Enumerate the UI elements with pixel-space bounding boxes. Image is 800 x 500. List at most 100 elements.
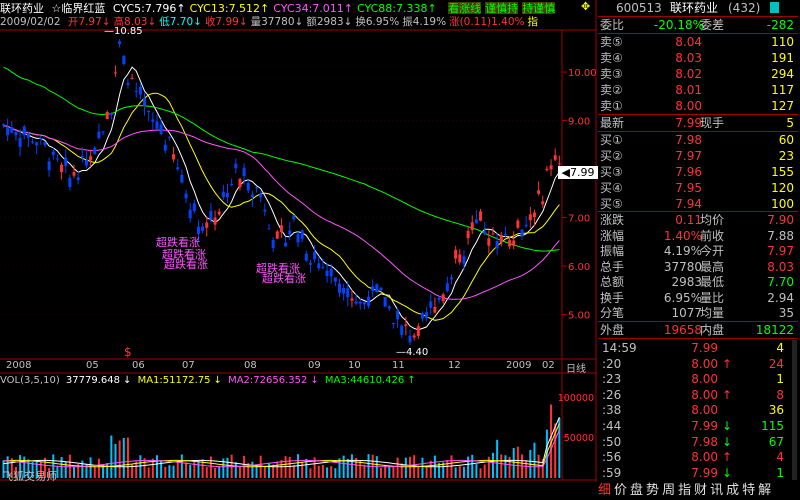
panel-tab-4[interactable]: 周 xyxy=(662,483,676,498)
candle-body xyxy=(537,190,541,194)
panel-tab-6[interactable]: 财 xyxy=(694,483,708,498)
candle-body xyxy=(259,193,263,198)
tick-volume: 1 xyxy=(776,372,784,387)
panel-tab-0[interactable]: 细 xyxy=(598,483,612,498)
candle-body xyxy=(495,241,499,249)
panel-tab-8[interactable]: 成 xyxy=(726,483,740,498)
panel-tab-3[interactable]: 势 xyxy=(646,483,660,498)
stat-value-2: 7.90 xyxy=(767,213,794,227)
stat-value: 1.40% xyxy=(663,228,702,243)
buy-level-row[interactable]: 买③ 7.96 155 xyxy=(598,164,798,180)
candle-body xyxy=(508,240,512,247)
candle-body xyxy=(433,306,437,313)
candle-body xyxy=(549,165,553,170)
kline-chart[interactable]: ✥ —10.85—4.40超跌看涨超跌看涨超跌看涨 超跌看涨超跌看涨$ 10.00… xyxy=(0,0,598,482)
candle-body xyxy=(396,310,400,320)
stat-value: 0.11 xyxy=(675,213,702,227)
candle-body xyxy=(51,151,55,155)
period-label[interactable]: 日线 xyxy=(566,360,586,375)
signal-annotation: 超跌看涨 xyxy=(156,235,200,249)
candle-body xyxy=(367,296,371,306)
candle-body xyxy=(292,215,296,220)
buy-level-row[interactable]: 买② 7.97 23 xyxy=(598,148,798,164)
candle-body xyxy=(205,222,209,228)
chart-flag-icon[interactable]: ✥ xyxy=(581,0,590,13)
sell-level-row[interactable]: 卖④ 8.03 191 xyxy=(598,50,798,66)
tick-row[interactable]: :59 7.99 ↓ 1 xyxy=(598,465,790,481)
sell-level-row[interactable]: 卖① 8.00 127 xyxy=(598,98,798,114)
candle-body xyxy=(425,312,429,319)
candle-body xyxy=(43,142,47,146)
sell-level-row[interactable]: 卖③ 8.02 294 xyxy=(598,66,798,82)
tick-time: :23 xyxy=(602,372,622,387)
price-axis-label: 6.00 xyxy=(568,262,590,273)
sell-level-price: 8.02 xyxy=(675,67,702,81)
high-price-label: —10.85 xyxy=(104,26,143,37)
panel-tab-2[interactable]: 盘 xyxy=(630,483,644,498)
buy-level-label: 买② xyxy=(600,149,623,163)
stat-label-2: 今开 xyxy=(700,244,725,258)
tick-row[interactable]: :44 7.99 ↓ 115 xyxy=(598,418,790,434)
buy-level-row[interactable]: 买⑤ 7.94 100 xyxy=(598,196,798,212)
tick-arrow-icon: ↓ xyxy=(722,419,733,433)
tick-volume: 4 xyxy=(776,341,784,355)
candle-body xyxy=(516,220,520,228)
buy-level-volume: 155 xyxy=(771,165,794,179)
volume-indicator-label[interactable]: VOL(3,5,10) xyxy=(0,375,60,386)
tick-row[interactable]: :26 8.00 ↑ 8 xyxy=(598,387,790,403)
volume-axis-label: 100000 xyxy=(558,393,594,404)
candle-body xyxy=(151,119,155,122)
tick-row[interactable]: :56 8.00 ↑ 4 xyxy=(598,449,790,465)
panel-tab-9[interactable]: 特 xyxy=(742,483,756,498)
stock-title-row[interactable]: 600513 联环药业 (432) xyxy=(598,0,798,16)
tick-scrollbar[interactable] xyxy=(792,340,797,480)
buy-level-row[interactable]: 买① 7.98 60 xyxy=(598,132,798,148)
tick-volume: 67 xyxy=(768,434,784,449)
tick-row[interactable]: 14:59 7.99 4 xyxy=(598,340,790,356)
candle-body xyxy=(201,226,205,231)
stat-row: 分笔 1077 均量 35 xyxy=(598,305,798,321)
volume-ma3: MA3:44610.426 xyxy=(324,375,405,386)
sell-level-volume: 127 xyxy=(771,99,794,113)
candle-body xyxy=(31,141,35,143)
candle-body xyxy=(557,163,561,165)
panel-tab-10[interactable]: 解 xyxy=(758,483,772,498)
candle-body xyxy=(250,194,254,198)
tick-arrow-icon: ↓ xyxy=(722,465,733,480)
tick-row[interactable]: :20 8.00 ↑ 24 xyxy=(598,356,790,372)
tick-row[interactable]: :23 8.00 1 xyxy=(598,371,790,387)
tick-row[interactable]: :38 8.00 36 xyxy=(598,402,790,418)
candle-body xyxy=(47,161,51,171)
month-label: 11 xyxy=(392,360,405,371)
candle-body xyxy=(60,164,64,173)
candle-body xyxy=(126,82,130,85)
candle-body xyxy=(321,267,325,269)
buy-level-volume: 60 xyxy=(778,133,794,147)
candle-body xyxy=(338,283,341,293)
tick-price: 7.99 xyxy=(691,419,718,433)
sell-level-row[interactable]: 卖② 8.01 117 xyxy=(598,82,798,98)
candle-body xyxy=(172,154,176,160)
candle-body xyxy=(114,72,117,74)
panel-tab-5[interactable]: 指 xyxy=(678,483,692,498)
tick-arrow-icon: ↑ xyxy=(722,387,733,402)
sell-level-price: 8.04 xyxy=(675,35,702,49)
candle-body xyxy=(288,230,292,235)
info-icon[interactable] xyxy=(770,2,779,13)
candle-body xyxy=(22,126,26,136)
stat-label-2: 最高 xyxy=(700,259,725,274)
candle-body xyxy=(234,163,238,169)
sell-level-row[interactable]: 卖⑤ 8.04 110 xyxy=(598,34,798,50)
buy-level-label: 买① xyxy=(600,133,623,147)
panel-tab-7[interactable]: 讯 xyxy=(710,483,724,498)
buy-level-row[interactable]: 买④ 7.95 120 xyxy=(598,180,798,196)
stat-label: 涨跌 xyxy=(600,213,625,227)
panel-tab-1[interactable]: 价 xyxy=(614,483,628,498)
candle-body xyxy=(39,138,43,140)
candle-body xyxy=(72,172,76,176)
stat-label: 总额 xyxy=(600,275,625,289)
volume-header: VOL(3,5,10) 37779.648 ↓ MA1:51172.75 ↓ MA2… xyxy=(0,375,416,386)
quote-panel: 600513 联环药业 (432) 委比 -20.18% 委差 -282 卖⑤ 8… xyxy=(598,0,800,500)
tick-row[interactable]: :50 7.98 ↓ 67 xyxy=(598,434,790,450)
sell-level-volume: 117 xyxy=(771,83,794,97)
